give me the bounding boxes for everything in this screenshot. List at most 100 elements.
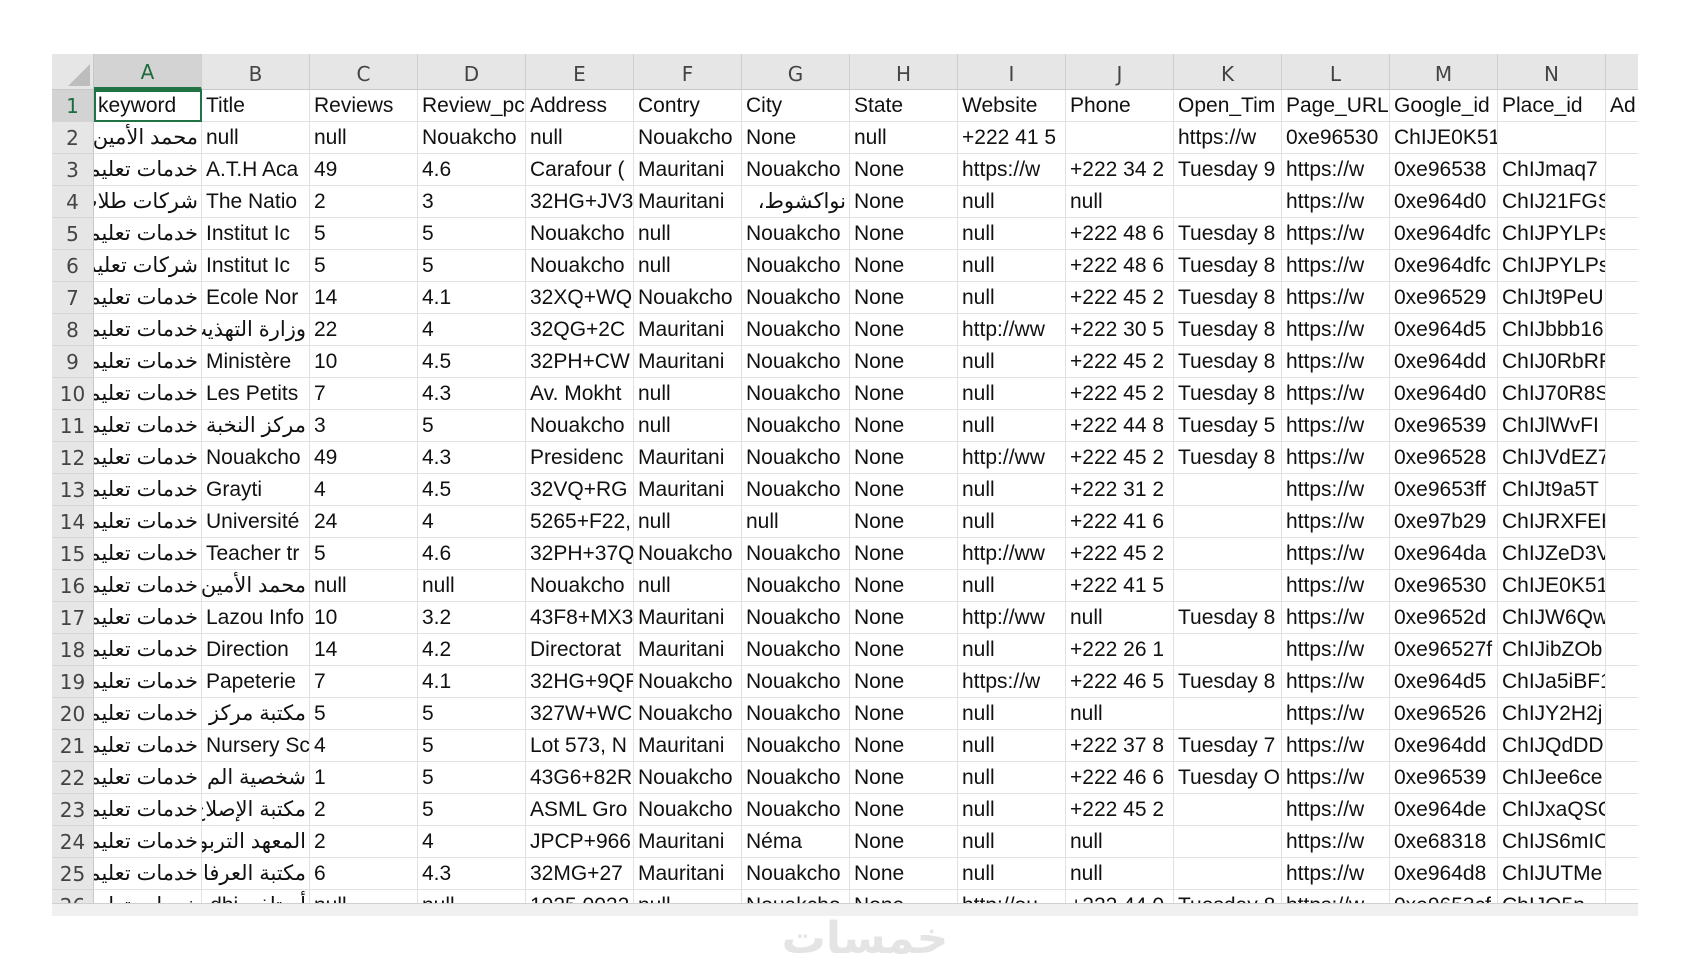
table-cell[interactable]: شركات تعليمية: [94, 250, 202, 282]
table-cell[interactable]: 2: [310, 794, 418, 826]
table-cell[interactable]: City: [742, 90, 850, 122]
table-cell[interactable]: شخصية الم: [202, 762, 310, 794]
table-cell[interactable]: [1174, 794, 1282, 826]
table-cell[interactable]: Reviews: [310, 90, 418, 122]
column-header-m[interactable]: M: [1390, 54, 1498, 90]
table-cell[interactable]: [1606, 602, 1638, 634]
table-cell[interactable]: ChIJVdEZ7: [1498, 442, 1606, 474]
column-header-b[interactable]: B: [202, 54, 310, 90]
table-cell[interactable]: null: [1066, 858, 1174, 890]
table-cell[interactable]: [1606, 698, 1638, 730]
table-cell[interactable]: [1174, 538, 1282, 570]
row-header[interactable]: 20: [52, 698, 94, 730]
table-cell[interactable]: Nouakcho: [742, 666, 850, 698]
table-cell[interactable]: 4: [418, 506, 526, 538]
table-cell[interactable]: +222 41 6: [1066, 506, 1174, 538]
table-cell[interactable]: ChIJPYLPs: [1498, 218, 1606, 250]
table-cell[interactable]: 6: [310, 858, 418, 890]
table-cell[interactable]: مكتبة الإصلاح: [202, 794, 310, 826]
table-cell[interactable]: 4.1: [418, 666, 526, 698]
table-cell[interactable]: Nouakcho: [526, 570, 634, 602]
table-cell[interactable]: 32HG+9QF: [526, 666, 634, 698]
table-cell[interactable]: مكتبة العرفان: [202, 858, 310, 890]
table-cell[interactable]: خدمات تعليمية: [94, 474, 202, 506]
table-cell[interactable]: null: [850, 122, 958, 154]
horizontal-scroll-area[interactable]: [52, 903, 1638, 916]
table-cell[interactable]: 0xe964dd: [1390, 346, 1498, 378]
table-cell[interactable]: The Natio: [202, 186, 310, 218]
table-cell[interactable]: +222 46 5: [1066, 666, 1174, 698]
row-header[interactable]: 16: [52, 570, 94, 602]
table-cell[interactable]: https://w: [1282, 794, 1390, 826]
table-cell[interactable]: 32QG+2C: [526, 314, 634, 346]
table-cell[interactable]: 0xe964d8: [1390, 858, 1498, 890]
table-cell[interactable]: 0xe96538: [1390, 154, 1498, 186]
table-cell[interactable]: Nouakcho: [742, 346, 850, 378]
table-cell[interactable]: +222 45 2: [1066, 378, 1174, 410]
table-cell[interactable]: خدمات تعليمية: [94, 602, 202, 634]
table-cell[interactable]: null: [958, 250, 1066, 282]
table-cell[interactable]: 5265+F22,: [526, 506, 634, 538]
table-cell[interactable]: 4.5: [418, 474, 526, 506]
table-cell[interactable]: ChIJ70R8S: [1498, 378, 1606, 410]
table-cell[interactable]: None: [850, 346, 958, 378]
table-cell[interactable]: ChIJt9PeU: [1498, 282, 1606, 314]
column-header-j[interactable]: J: [1066, 54, 1174, 90]
table-cell[interactable]: Nouakcho: [418, 122, 526, 154]
table-cell[interactable]: خدمات تعليمية: [94, 794, 202, 826]
table-cell[interactable]: +222 45 2: [1066, 794, 1174, 826]
table-cell[interactable]: 0xe96526: [1390, 698, 1498, 730]
table-cell[interactable]: None: [850, 378, 958, 410]
table-cell[interactable]: null: [526, 122, 634, 154]
spreadsheet[interactable]: A B C D E F G H I J K L M N 1 keyword Title Reviews Review…: [52, 54, 1638, 916]
table-cell[interactable]: +222 41 5: [958, 122, 1066, 154]
table-cell[interactable]: 43G6+82R: [526, 762, 634, 794]
column-header-next[interactable]: [1606, 54, 1638, 90]
table-cell[interactable]: Tuesday 7: [1174, 730, 1282, 762]
table-cell[interactable]: Tuesday 9: [1174, 154, 1282, 186]
table-cell[interactable]: keyword: [94, 90, 202, 122]
table-cell[interactable]: None: [850, 858, 958, 890]
table-cell[interactable]: Nouakcho: [526, 250, 634, 282]
table-cell[interactable]: Nursery Sc: [202, 730, 310, 762]
table-cell[interactable]: Ecole Nor: [202, 282, 310, 314]
table-cell[interactable]: https://w: [1282, 730, 1390, 762]
table-cell[interactable]: خدمات تعليمية: [94, 634, 202, 666]
table-cell[interactable]: [1606, 762, 1638, 794]
table-cell[interactable]: Nouakcho: [742, 698, 850, 730]
table-cell[interactable]: 32PH+37Q: [526, 538, 634, 570]
table-cell[interactable]: 4.3: [418, 858, 526, 890]
table-cell[interactable]: المعهد التربوي: [202, 826, 310, 858]
table-cell[interactable]: +222 30 5: [1066, 314, 1174, 346]
table-cell[interactable]: None: [850, 186, 958, 218]
table-cell[interactable]: [1606, 122, 1638, 154]
table-cell[interactable]: شركات طلاب: [94, 186, 202, 218]
table-cell[interactable]: None: [850, 506, 958, 538]
table-cell[interactable]: 5: [418, 730, 526, 762]
table-cell[interactable]: https://w: [958, 154, 1066, 186]
table-cell[interactable]: 0xe96530: [1390, 570, 1498, 602]
table-cell[interactable]: 0xe964d0: [1390, 378, 1498, 410]
table-cell[interactable]: https://w: [1282, 474, 1390, 506]
table-cell[interactable]: 5: [418, 218, 526, 250]
table-cell[interactable]: [1174, 570, 1282, 602]
row-header[interactable]: 5: [52, 218, 94, 250]
table-cell[interactable]: None: [850, 442, 958, 474]
table-cell[interactable]: Mauritani: [634, 442, 742, 474]
table-cell[interactable]: Tuesday 8: [1174, 346, 1282, 378]
table-cell[interactable]: [1174, 506, 1282, 538]
table-cell[interactable]: ChIJt9a5T: [1498, 474, 1606, 506]
table-cell[interactable]: Nouakcho: [202, 442, 310, 474]
column-header-i[interactable]: I: [958, 54, 1066, 90]
table-cell[interactable]: Place_id: [1498, 90, 1606, 122]
table-cell[interactable]: ASML Gro: [526, 794, 634, 826]
table-cell[interactable]: 327W+WC: [526, 698, 634, 730]
table-cell[interactable]: خدمات تعليمية: [94, 730, 202, 762]
table-cell[interactable]: محمد الأمين مستشار تعليمي: [94, 122, 202, 154]
table-cell[interactable]: [1606, 250, 1638, 282]
table-cell[interactable]: None: [742, 122, 850, 154]
table-cell[interactable]: +222 48 6: [1066, 218, 1174, 250]
table-cell[interactable]: null: [958, 794, 1066, 826]
table-cell[interactable]: null: [958, 634, 1066, 666]
table-cell[interactable]: Nouakcho: [742, 762, 850, 794]
